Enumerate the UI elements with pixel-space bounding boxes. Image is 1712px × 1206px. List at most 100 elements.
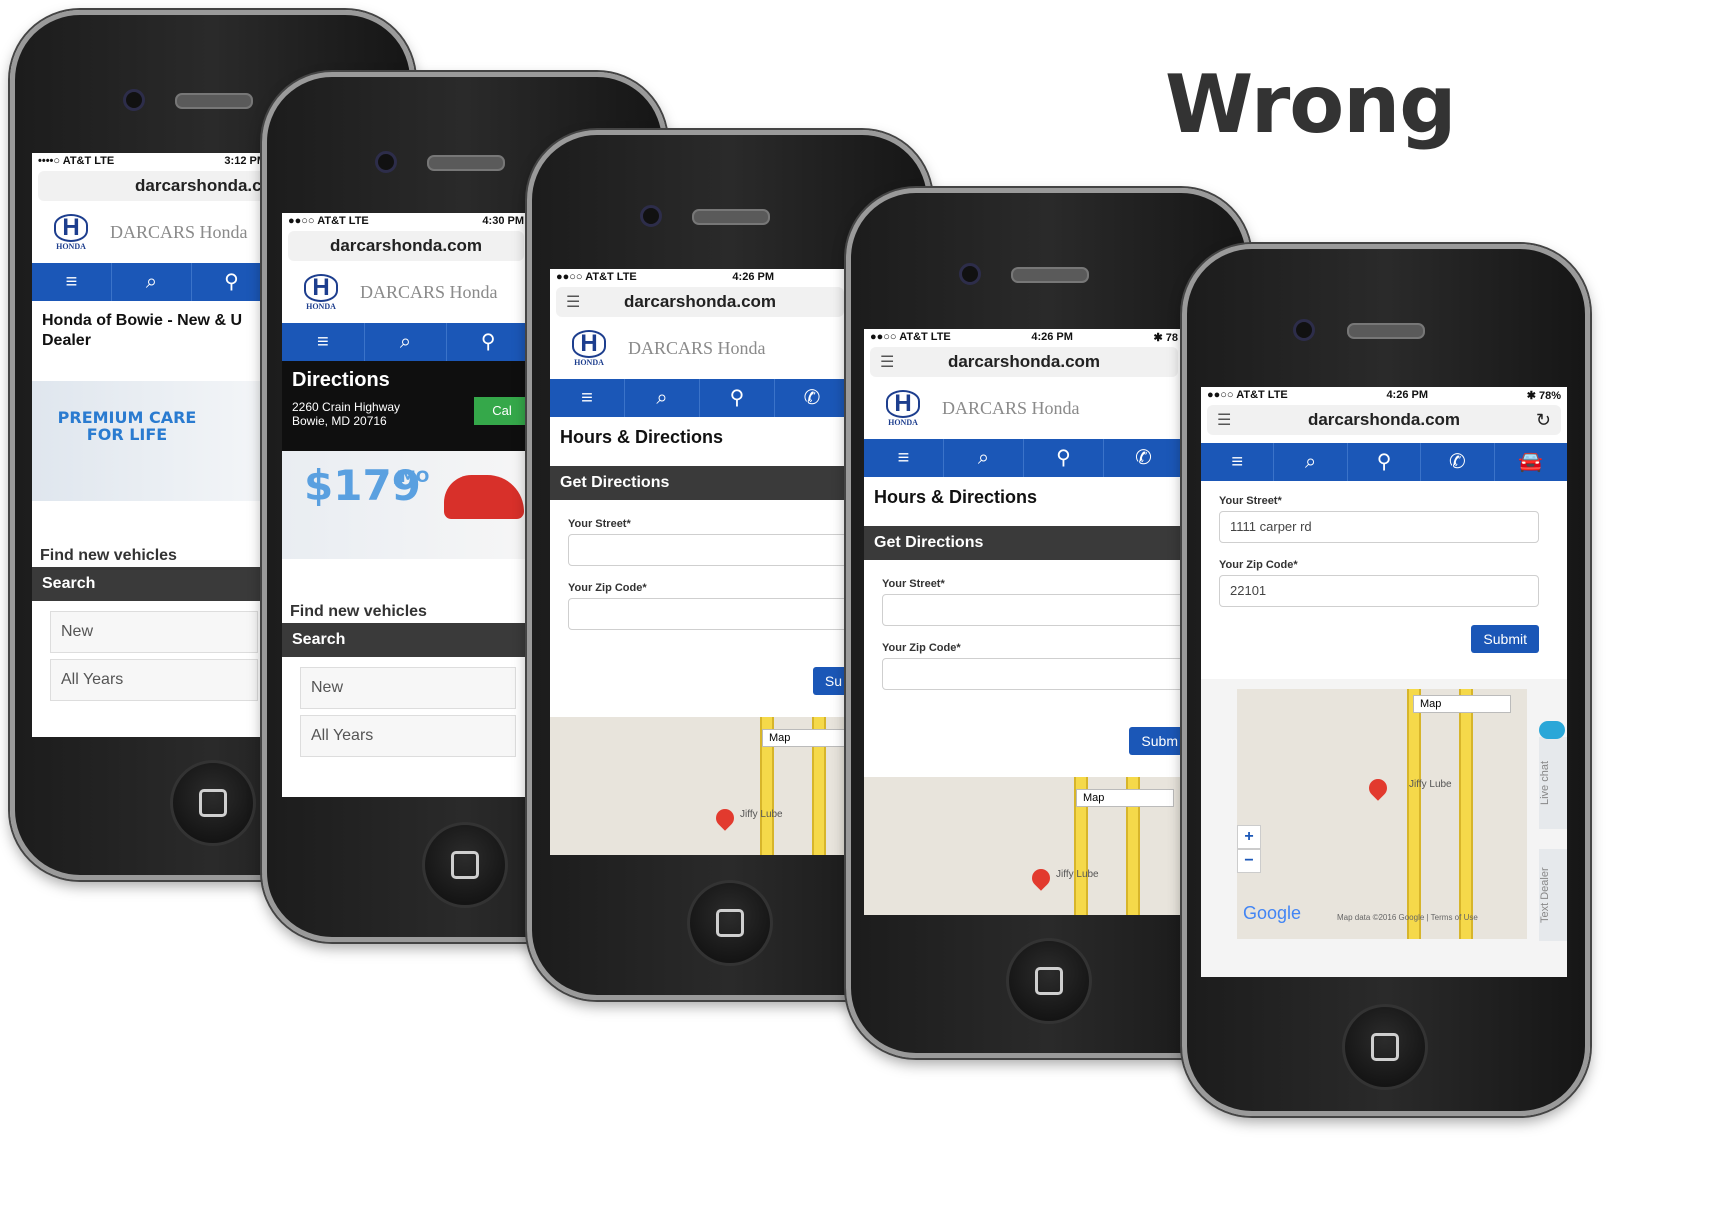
phone-icon[interactable]: ✆ [1421,443,1495,481]
dealer-name: DARCARS Honda [942,397,1080,418]
url-text: darcarshonda.com [623,292,777,311]
menu-lines-icon[interactable]: ☰ [566,292,580,312]
home-button[interactable] [1006,938,1092,1024]
location-pin-icon[interactable]: ⚲ [192,263,272,301]
offer-banner[interactable]: $179 /MO [282,451,530,559]
camera [375,151,397,173]
reload-icon[interactable]: ↻ [1536,410,1551,431]
site-header: H HONDA DARCARS Honda [864,377,1184,439]
map[interactable]: Map Jiffy Lube [550,717,850,855]
screen: ●●○○ AT&T LTE 4:26 PM ✱ 78% ☰ darcarshon… [1201,387,1567,977]
menu-lines-icon[interactable]: ☰ [1217,410,1231,430]
dealer-name: DARCARS Honda [628,337,766,358]
clock: 4:26 PM [1031,331,1073,343]
carrier: ●●○○ AT&T LTE [556,271,637,283]
honda-h-icon: H [886,389,920,418]
honda-logo[interactable]: H HONDA [298,273,344,311]
map-pin-icon[interactable] [1365,775,1391,801]
red-car-icon [444,475,524,519]
car-icon[interactable]: 🚘 [1495,443,1567,481]
map-pin-icon[interactable] [712,805,738,831]
promo-banner[interactable]: PREMIUM CARE FOR LIFE [32,381,272,501]
map[interactable]: Map Jiffy Lube + − Google Map data ©2016… [1201,679,1567,977]
speaker [175,93,253,109]
street-input[interactable] [568,534,850,566]
url-bar[interactable]: ☰ darcarshonda.com [556,287,844,317]
submit-button[interactable]: Su [812,667,850,695]
honda-logo[interactable]: H HONDA [566,329,612,367]
home-button[interactable] [1342,1004,1428,1090]
map-type-select[interactable]: Map [1413,695,1511,713]
get-directions-header: Get Directions [864,526,1184,560]
zip-label: Your Zip Code* [882,642,961,654]
clock: 4:26 PM [732,271,774,283]
honda-logo[interactable]: H HONDA [880,389,926,427]
zip-input[interactable] [882,658,1184,690]
map-type-select[interactable]: Map [762,729,850,747]
search-icon[interactable]: ⌕ [944,439,1024,477]
condition-select[interactable]: New [50,611,258,653]
street-input[interactable]: 1111 carper rd [1219,511,1539,543]
nav-bar: ≡ ⌕ ⚲ ✆ [550,379,850,417]
zip-input[interactable]: 22101 [1219,575,1539,607]
map-type-select[interactable]: Map [1076,789,1174,807]
map-credit[interactable]: Map data ©2016 Google | Terms of Use [1337,913,1478,922]
year-select[interactable]: All Years [300,715,516,757]
zoom-out-button[interactable]: − [1237,849,1261,873]
live-chat-tab[interactable]: Live chat [1539,737,1567,829]
search-icon[interactable]: ⌕ [1274,443,1348,481]
street-input[interactable] [882,594,1184,626]
menu-icon[interactable]: ≡ [1201,443,1275,481]
submit-button[interactable]: Submit [1471,625,1539,653]
location-pin-icon[interactable]: ⚲ [447,323,530,361]
map-canvas[interactable]: Map Jiffy Lube + − Google Map data ©2016… [1237,689,1527,939]
menu-icon[interactable]: ≡ [32,263,112,301]
zoom-in-button[interactable]: + [1237,825,1261,849]
carrier: ●●○○ AT&T LTE [870,331,951,343]
url-text: darcarshonda.co [135,176,272,195]
honda-h-icon: H [304,273,338,302]
camera [123,89,145,111]
submit-button[interactable]: Subm [1129,727,1184,755]
section-label: Find new vehicles [40,547,177,564]
site-header: H HONDA DARCARS Honda [550,317,850,379]
honda-h-icon: H [54,213,88,242]
menu-icon[interactable]: ≡ [550,379,625,417]
speaker [692,209,770,225]
map-pin-icon[interactable] [1028,865,1054,891]
status-bar: ••••○ AT&T LTE 3:12 PM [32,153,272,171]
map[interactable]: Map Jiffy Lube [864,777,1184,915]
honda-logo[interactable]: H HONDA [48,213,94,251]
road [1407,689,1421,939]
zip-label: Your Zip Code* [1219,559,1298,571]
search-icon[interactable]: ⌕ [365,323,448,361]
call-button[interactable]: Cal [474,397,530,425]
text-dealer-tab[interactable]: Text Dealer [1539,849,1567,941]
street-label: Your Street* [1219,495,1282,507]
phone-icon[interactable]: ✆ [775,379,850,417]
screen: ●●○○ AT&T LTE 4:30 PM darcarshonda.com H… [282,213,530,797]
menu-lines-icon[interactable]: ☰ [880,352,894,372]
search-icon[interactable]: ⌕ [625,379,700,417]
condition-select[interactable]: New [300,667,516,709]
search-icon[interactable]: ⌕ [112,263,192,301]
url-bar[interactable]: ☰ darcarshonda.com [870,347,1178,377]
section-label: Find new vehicles [290,603,427,620]
url-bar[interactable]: ☰ darcarshonda.com ↻ [1207,405,1561,435]
location-pin-icon[interactable]: ⚲ [1348,443,1422,481]
menu-icon[interactable]: ≡ [282,323,365,361]
url-bar[interactable]: darcarshonda.com [288,231,524,261]
home-button[interactable] [170,760,256,846]
location-pin-icon[interactable]: ⚲ [700,379,775,417]
url-bar[interactable]: darcarshonda.co [38,171,272,201]
menu-icon[interactable]: ≡ [864,439,944,477]
chat-bubble-icon[interactable] [1539,721,1565,739]
location-pin-icon[interactable]: ⚲ [1024,439,1104,477]
home-button[interactable] [422,822,508,908]
zip-input[interactable] [568,598,850,630]
phone-icon[interactable]: ✆ [1104,439,1184,477]
home-button[interactable] [687,880,773,966]
year-select[interactable]: All Years [50,659,258,701]
street-label: Your Street* [882,578,945,590]
url-text: darcarshonda.com [947,352,1101,371]
